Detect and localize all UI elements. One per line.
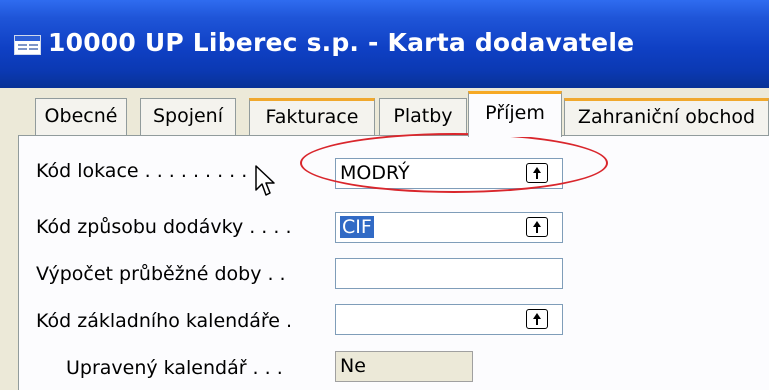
mouse-cursor-icon — [255, 165, 275, 196]
tab-prijem[interactable]: Příjem — [468, 91, 562, 137]
card-window: Obecné Spojení Fakturace Platby Příjem Z… — [0, 88, 769, 390]
kod-zpusobu-dodavky-value: CIF — [340, 216, 374, 238]
tab-zahranicni-obchod[interactable]: Zahraniční obchod — [564, 98, 769, 135]
label-kod-lokace: Kód lokace . . . . . . . . . — [36, 160, 248, 182]
label-kod-zpusobu-dodavky: Kód způsobu dodávky . . . . — [36, 216, 292, 238]
tab-spojeni[interactable]: Spojení — [140, 98, 236, 135]
window-title: 10000 UP Liberec s.p. - Karta dodavatele — [48, 28, 635, 57]
label-vypocet-prubezne-doby: Výpočet průběžné doby . . — [36, 263, 286, 285]
tab-fakturace[interactable]: Fakturace — [249, 98, 375, 135]
upraveny-kalendar-value: Ne — [340, 355, 366, 377]
tab-platby[interactable]: Platby — [379, 98, 467, 135]
lookup-arrow-icon[interactable] — [526, 217, 548, 237]
window-card-icon — [14, 35, 41, 55]
kod-lokace-value: MODRÝ — [340, 162, 410, 184]
title-bar: 10000 UP Liberec s.p. - Karta dodavatele — [0, 0, 769, 88]
upraveny-kalendar-field[interactable]: Ne — [335, 351, 473, 382]
label-upraveny-kalendar: Upravený kalendář . . . — [66, 357, 283, 379]
lookup-arrow-icon[interactable] — [526, 163, 548, 183]
label-kod-zakladniho-kalendare: Kód základního kalendáře . — [36, 310, 293, 332]
vypocet-prubezne-doby-field[interactable] — [335, 258, 563, 289]
tab-obecne[interactable]: Obecné — [35, 98, 127, 135]
lookup-arrow-icon[interactable] — [526, 309, 548, 329]
